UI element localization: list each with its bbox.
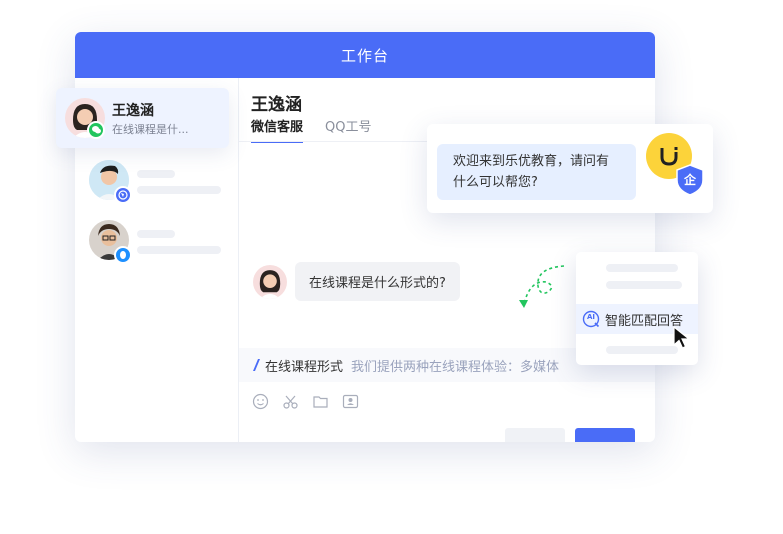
enterprise-badge-text: 企 [683,173,696,187]
placeholder-line [137,186,221,194]
tab-wechat[interactable]: 微信客服 [251,116,304,143]
contact-card-icon[interactable] [341,392,359,410]
folder-icon[interactable] [311,392,329,410]
active-contact-name: 王逸涵 [112,103,154,119]
incoming-message-bubble: 在线课程是什么形式的? [295,262,460,301]
ai-match-answer-label: 智能匹配回答 [605,313,684,329]
active-contact-preview: 在线课程是什... [112,123,189,136]
greeting-bubble: 欢迎来到乐优教育，请问有什么可以帮您? [437,144,636,200]
quick-reply-title: 在线课程形式 [265,359,344,375]
placeholder-line [606,264,678,272]
quick-reply-icon [253,359,260,371]
placeholder-line [606,346,678,354]
chat-contact-name: 王逸涵 [251,95,302,115]
emoji-icon[interactable] [251,392,269,410]
enterprise-shield-icon: 企 [675,164,705,196]
quick-reply-preview: 我们提供两种在线课程体验：多媒体 [351,359,560,375]
greeting-card: 欢迎来到乐优教育，请问有什么可以帮您? 企 [427,124,713,213]
mouse-cursor-icon [673,326,691,349]
wechat-icon [87,121,105,139]
placeholder-line [606,281,682,289]
input-toolbar [251,392,359,410]
web-channel-icon [114,186,132,204]
tab-qq[interactable]: QQ工号 [325,116,371,143]
contact-item[interactable] [89,220,229,266]
contact-item[interactable] [89,160,229,206]
dashed-arrow-icon [519,265,565,308]
send-button[interactable] [575,428,635,442]
incoming-message-row: 在线课程是什么形式的? [253,262,460,301]
channel-tabs: 微信客服 QQ工号 [251,116,371,143]
scissors-icon[interactable] [281,392,299,410]
placeholder-line [137,170,175,178]
placeholder-line [137,230,175,238]
cancel-button[interactable] [505,428,565,442]
window-title: 工作台 [340,46,389,65]
window-header: 工作台 [75,32,655,78]
qq-channel-icon [114,246,132,264]
active-contact-card[interactable]: 王逸涵 在线课程是什... [56,88,229,148]
placeholder-line [137,246,221,254]
ai-icon-text: AI [586,313,596,321]
stage: 工作台 王逸涵 微信客服 QQ工号 在线课程是什么形式的? 在线课程形式 我们提… [0,0,783,534]
avatar [253,264,287,299]
